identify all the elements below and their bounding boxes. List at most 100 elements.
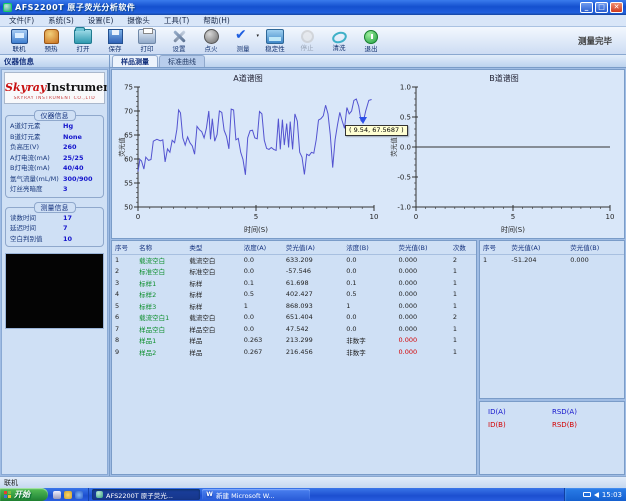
toolbar-button-monitor[interactable]: 联机 — [3, 27, 35, 54]
menu-item-0[interactable]: 文件(F) — [2, 15, 41, 27]
cell: 样品1 — [136, 335, 186, 347]
table-row[interactable]: 5标样3标样1868.09310.0001 — [112, 300, 476, 312]
clean-icon — [330, 30, 348, 45]
menu-bar: 文件(F)系统(S)设置(E)摄像头工具(T)帮助(H) — [0, 15, 626, 27]
toolbar-button-save[interactable]: 保存 — [99, 27, 131, 54]
svg-text:时间(S): 时间(S) — [244, 225, 268, 234]
cell: 0.000 — [396, 289, 450, 301]
sidebar-header: 仪器信息 — [0, 55, 109, 68]
toolbar-button-exit[interactable]: 退出 — [355, 27, 387, 54]
menu-item-4[interactable]: 工具(T) — [157, 15, 196, 27]
toolbar-button-stop[interactable]: 停止 — [291, 27, 323, 54]
quick-launch-icon[interactable] — [53, 491, 61, 499]
chart-plot-area[interactable]: 05101.00.50.0-0.5-1.0时间(S) — [384, 83, 620, 235]
column-header[interactable]: 类型 — [186, 241, 240, 254]
taskbar-clock[interactable]: 15:03 — [602, 491, 622, 499]
cell: 1 — [450, 323, 476, 335]
table-row[interactable]: 1载流空白载流空白0.0633.2090.00.0002 — [112, 254, 476, 266]
column-header[interactable]: 荧光值(B) — [396, 241, 450, 254]
live-readings-table[interactable]: 序号荧光值(A)荧光值(B)1-51.2040.000 — [479, 240, 625, 399]
quick-launch-icon[interactable] — [75, 491, 83, 499]
field-value: 10 — [63, 234, 99, 245]
toolbar-button-open[interactable]: 打开 — [67, 27, 99, 54]
toolbar-button-preheat[interactable]: 预热 — [35, 27, 67, 54]
start-button[interactable]: 开始 — [0, 488, 48, 501]
window-controls: _ □ ✕ — [580, 2, 623, 13]
field-value: 17 — [63, 213, 99, 224]
toolbar-button-stability[interactable]: 稳定性 — [259, 27, 291, 54]
taskbar-window-1[interactable]: W新建 Microsoft W... — [202, 489, 310, 500]
table-row[interactable]: 6载流空白1载流空白0.0651.4040.00.0002 — [112, 312, 476, 324]
cell: 0.000 — [396, 277, 450, 289]
logo-subtitle: SKYRAY INSTRUMENT CO.,LTD — [5, 96, 104, 101]
column-header[interactable]: 序号 — [112, 241, 136, 254]
field-label: 灯丝亮暗度 — [10, 184, 43, 195]
stop-icon — [301, 30, 314, 43]
menu-item-3[interactable]: 摄像头 — [120, 15, 157, 27]
cell: 0.0 — [241, 266, 283, 278]
toolbar-button-label: 打印 — [141, 45, 154, 53]
tab-0[interactable]: 样品测量 — [112, 55, 158, 67]
table-row[interactable]: 2标准空白标准空白0.0-57.5460.00.0001 — [112, 266, 476, 278]
cell: 载流空白1 — [136, 312, 186, 324]
cell: 载流空白 — [136, 254, 186, 266]
speaker-tray-icon[interactable] — [594, 492, 599, 498]
table-row[interactable]: 4标样2标样0.5402.4270.50.0001 — [112, 289, 476, 301]
toolbar-button-clean[interactable]: 清洗 — [323, 27, 355, 54]
menu-item-2[interactable]: 设置(E) — [81, 15, 121, 27]
toolbar-button-print[interactable]: 打印 — [131, 27, 163, 54]
tab-bar: 样品测量标准曲线 — [110, 55, 626, 68]
toolbar-button-measure[interactable]: ▾测量 — [227, 27, 259, 54]
maximize-icon[interactable]: □ — [595, 2, 608, 13]
sidebar-body: SkyrayInstrument SKYRAY INSTRUMENT CO.,L… — [1, 69, 108, 475]
column-header[interactable]: 荧光值(A) — [508, 241, 567, 254]
cell: 0.1 — [343, 277, 395, 289]
cell: 0.000 — [396, 312, 450, 324]
cell: 9 — [112, 346, 136, 358]
close-icon[interactable]: ✕ — [610, 2, 623, 13]
measurement-status-text: 测量完毕 — [578, 35, 612, 47]
results-table[interactable]: 序号名称类型浓度(A)荧光值(A)浓度(B)荧光值(B)次数1载流空白载流空白0… — [111, 240, 477, 475]
column-header[interactable]: 序号 — [480, 241, 508, 254]
column-header[interactable]: 浓度(B) — [343, 241, 395, 254]
minimize-icon[interactable]: _ — [580, 2, 593, 13]
svg-text:5: 5 — [254, 213, 258, 221]
info-field: A灯电流(mA)25/25 — [8, 153, 101, 164]
toolbar-button-label: 停止 — [301, 44, 314, 52]
chart-plot-area[interactable]: 0510505560657075时间(S) — [112, 83, 382, 235]
results-header-row: 序号名称类型浓度(A)荧光值(A)浓度(B)荧光值(B)次数 — [112, 241, 476, 254]
keyboard-tray-icon[interactable] — [583, 492, 591, 497]
table-row[interactable]: 3标样1标样0.161.6980.10.0001 — [112, 277, 476, 289]
table-row[interactable]: 9样品2样品0.267216.456非数字0.0001 — [112, 346, 476, 358]
column-header[interactable]: 名称 — [136, 241, 186, 254]
logo-brand-red: Skyray — [5, 81, 46, 94]
app-icon — [96, 491, 103, 498]
toolbar-button-settings[interactable]: 设置 — [163, 27, 195, 54]
info-field: 灯丝亮暗度3 — [8, 184, 101, 195]
table-row[interactable]: 7样品空白样品空白0.047.5420.00.0001 — [112, 323, 476, 335]
cell: 0.000 — [396, 266, 450, 278]
menu-item-5[interactable]: 帮助(H) — [196, 15, 237, 27]
cell: 0.000 — [396, 335, 450, 347]
cell: 0.000 — [396, 323, 450, 335]
tab-1[interactable]: 标准曲线 — [159, 55, 205, 67]
cell: 0.0 — [343, 266, 395, 278]
quick-launch-icon[interactable] — [64, 491, 72, 499]
column-header[interactable]: 次数 — [450, 241, 476, 254]
toolbar-button-ignite[interactable]: 点火 — [195, 27, 227, 54]
settings-icon — [169, 29, 189, 44]
column-header[interactable]: 荧光值(B) — [567, 241, 624, 254]
cell: 651.404 — [283, 312, 343, 324]
cell: 标样1 — [136, 277, 186, 289]
menu-item-1[interactable]: 系统(S) — [41, 15, 81, 27]
cell: 1 — [450, 277, 476, 289]
table-row[interactable]: 8样品1样品0.263213.299非数字0.0001 — [112, 335, 476, 347]
taskbar-window-0[interactable]: AFS2200T 原子荧光... — [92, 489, 200, 500]
column-header[interactable]: 浓度(A) — [241, 241, 283, 254]
group-box-0: 仪器信息A道灯元素HgB道灯元素None负高压(V)260A灯电流(mA)25/… — [5, 115, 104, 198]
table-row[interactable]: 1-51.2040.000 — [480, 254, 624, 266]
column-header[interactable]: 荧光值(A) — [283, 241, 343, 254]
cell: 2 — [450, 312, 476, 324]
cell: 1 — [343, 300, 395, 312]
statistics-panel: ID(A)RSD(A)ID(B)RSD(B) — [479, 401, 625, 475]
